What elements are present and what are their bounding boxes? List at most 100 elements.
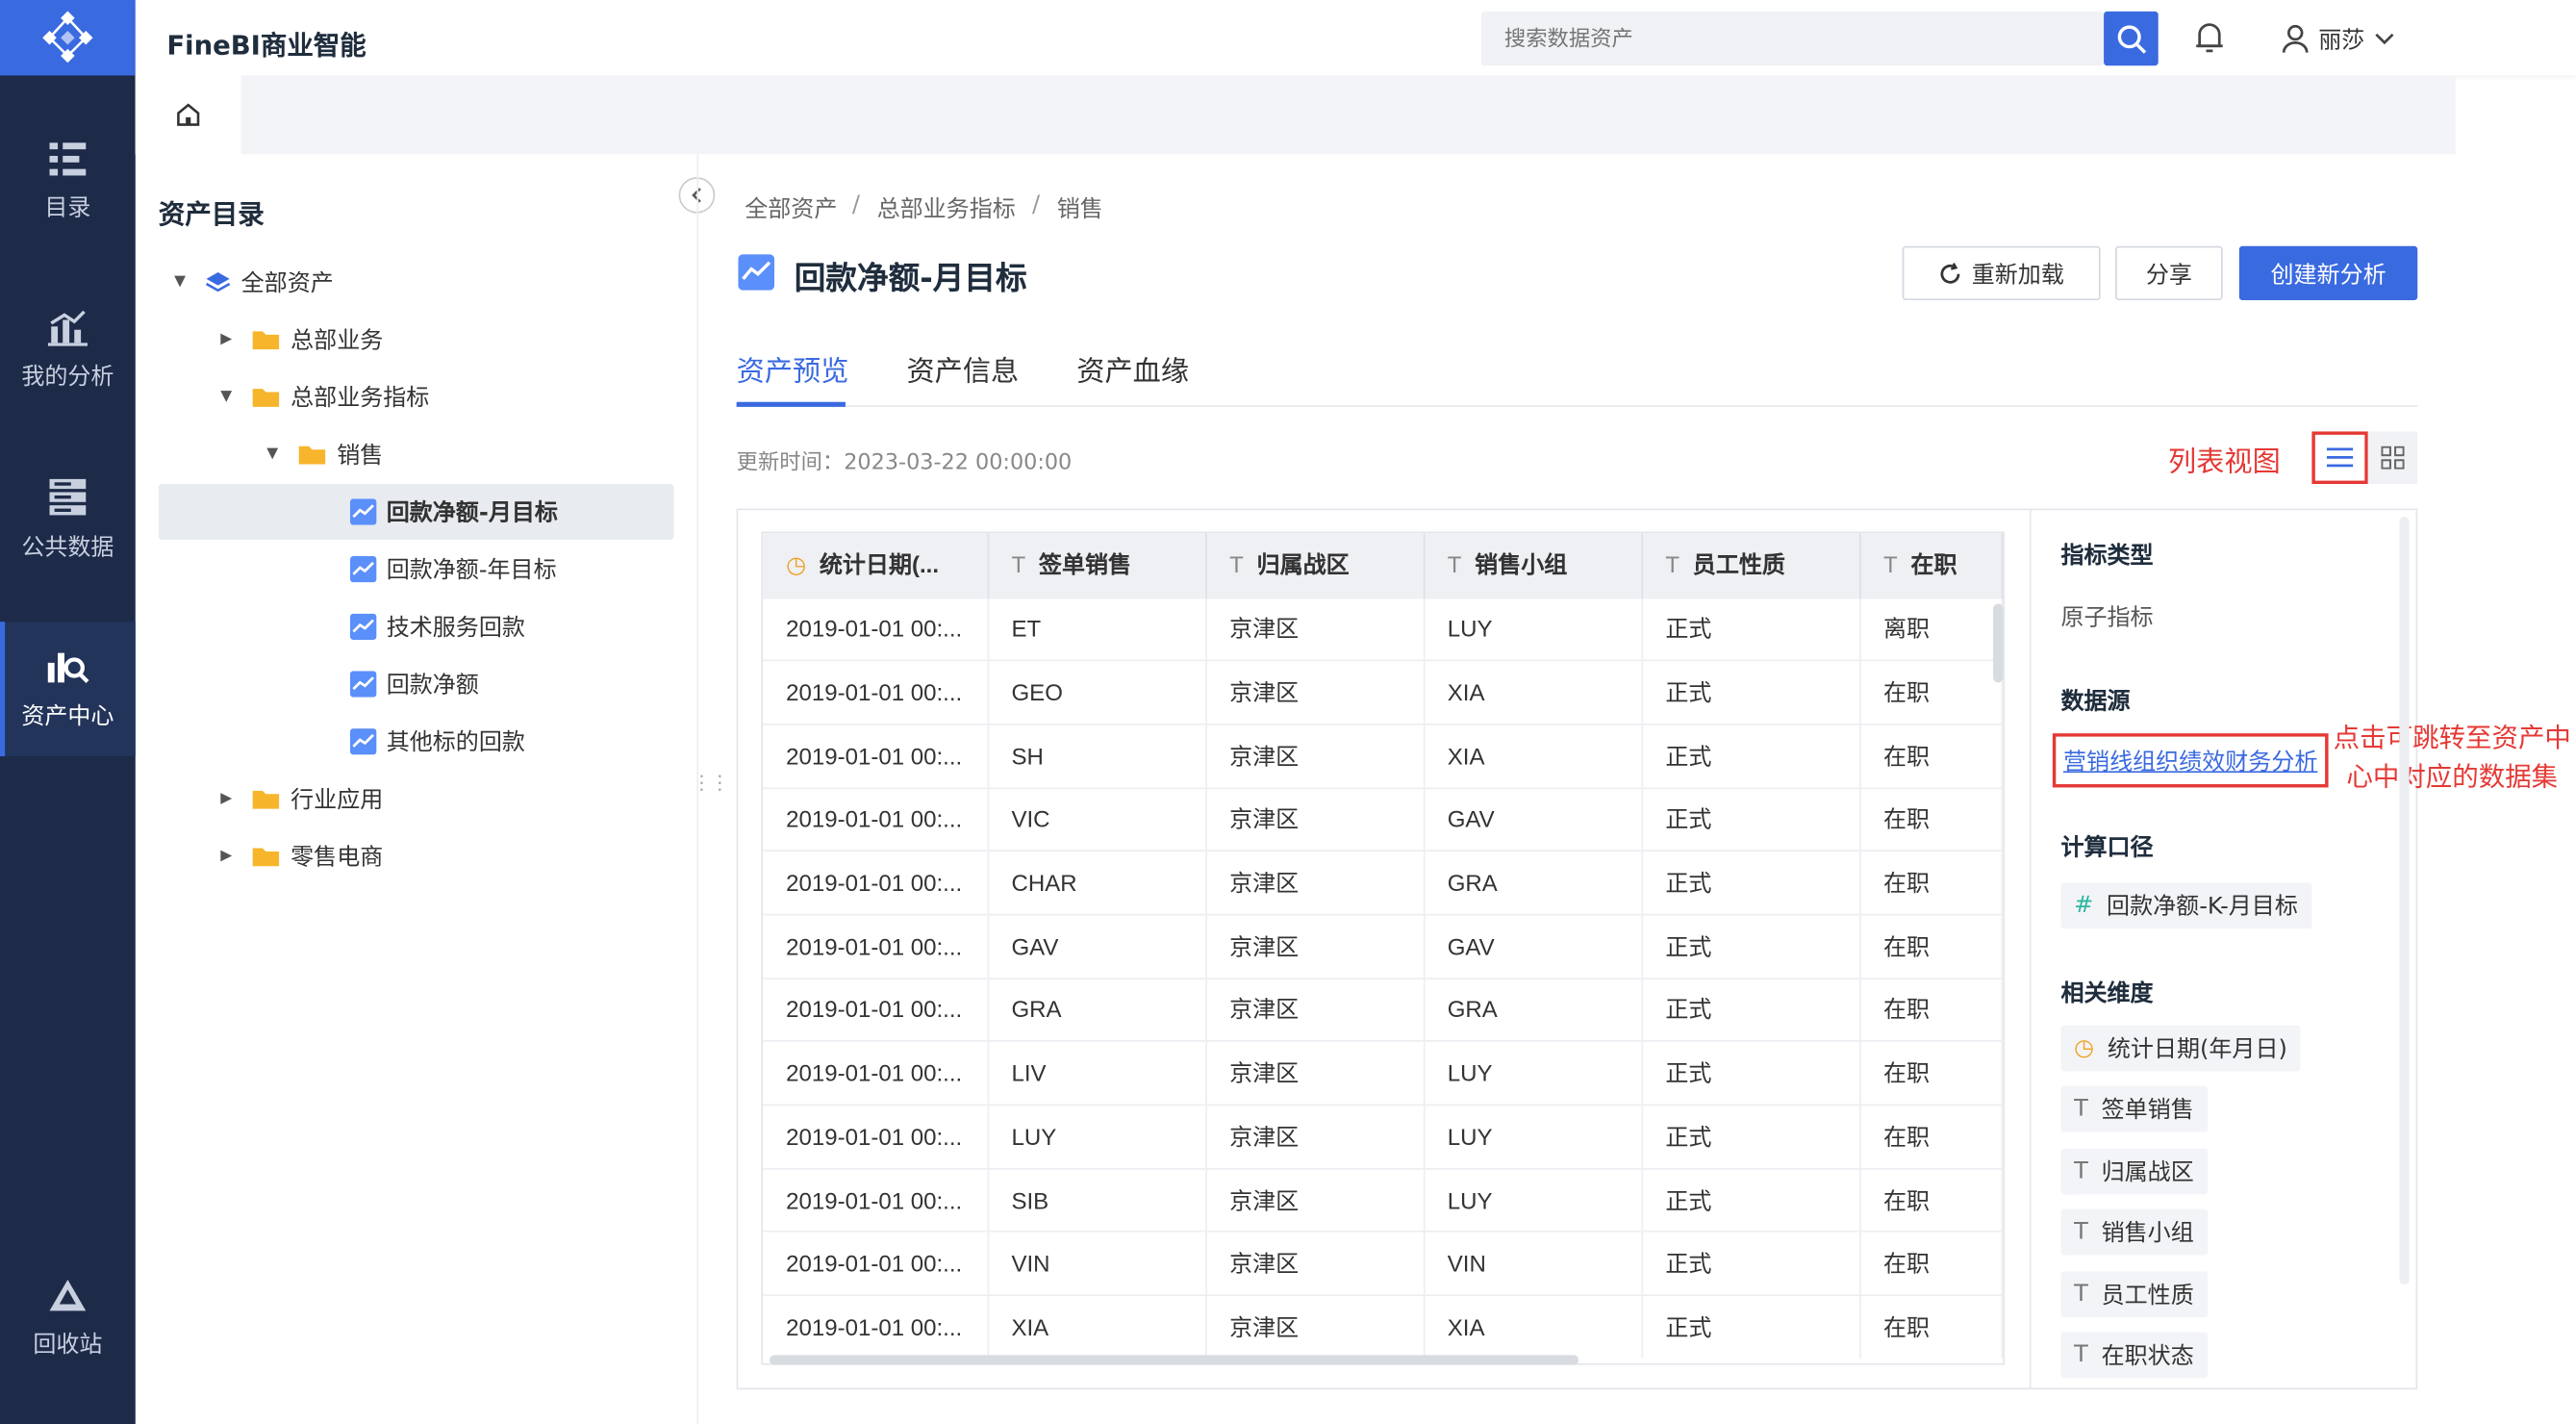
caret-right-icon[interactable]: ▶ [215,331,238,347]
home-tab[interactable] [135,75,241,155]
table-row[interactable]: 2019-01-01 00:... CHAR 京津区 GRA 正式 在职 [763,850,2004,915]
table-cell: 京津区 [1205,1040,1425,1106]
tree-item-hq-business[interactable]: ▶ 总部业务 [215,312,383,368]
caret-right-icon[interactable]: ▶ [215,791,238,807]
dimension-chip[interactable]: ◷ 统计日期(年月日) [2060,1025,2301,1072]
breadcrumb-item[interactable]: 销售 [1057,191,1103,224]
notification-button[interactable] [2194,21,2224,61]
info-scrollbar[interactable] [2399,517,2410,1285]
app-logo[interactable] [0,0,136,76]
nav-item-my-analysis[interactable]: 我的分析 [0,284,136,419]
dimension-chip[interactable]: T 员工性质 [2060,1271,2208,1318]
tree-item-industry[interactable]: ▶ 行业应用 [215,771,383,826]
table-cell: 2019-01-01 00:... [763,850,989,915]
table-row[interactable]: 2019-01-01 00:... LUY 京津区 LUY 正式 在职 [763,1104,2004,1169]
table-cell: 京津区 [1205,1167,1425,1233]
tabs-underline [736,405,2418,407]
top-header: FineBI商业智能 丽莎 [135,0,2576,76]
share-button[interactable]: 分享 [2115,245,2223,301]
search-button[interactable] [2104,11,2159,66]
tree-item-all-assets[interactable]: ▼ 全部资产 [168,254,334,310]
breadcrumb-item[interactable]: 全部资产 [745,191,837,224]
table-row[interactable]: 2019-01-01 00:... ET 京津区 LUY 正式 离职 [763,596,2004,661]
tab-asset-info[interactable]: 资产信息 [906,347,1019,389]
search-input[interactable] [1480,11,2105,66]
table-cell: 京津区 [1205,1231,1425,1296]
tab-asset-lineage[interactable]: 资产血缘 [1076,347,1189,389]
date-field-icon: ◷ [786,551,807,578]
table-row[interactable]: 2019-01-01 00:... GAV 京津区 GAV 正式 在职 [763,913,2004,979]
table-cell: 2019-01-01 00:... [763,913,989,979]
tab-asset-preview[interactable]: 资产预览 [737,347,849,389]
column-header[interactable]: T 归属战区 [1205,533,1425,598]
column-header[interactable]: T 签单销售 [987,533,1207,598]
resize-handle-icon[interactable]: ⋮⋮ [692,773,729,792]
table-vertical-scrollbar[interactable] [1993,603,2004,683]
create-analysis-button[interactable]: 创建新分析 [2238,245,2418,301]
datasource-link[interactable]: 营销线组织绩效财务分析 [2052,733,2329,788]
tree-item-sales[interactable]: ▼ 销售 [261,426,383,482]
table-cell: 在职 [1859,723,2004,788]
calc-value: 回款净额-K-月目标 [2107,894,2298,921]
nav-item-asset-center[interactable]: 资产中心 [0,622,136,757]
dimension-chip[interactable]: T 销售小组 [2060,1208,2208,1256]
nav-label: 公共数据 [21,534,114,562]
calc-chip[interactable]: # 回款净额-K-月目标 [2060,882,2311,929]
dimension-label: 统计日期(年月日) [2107,1036,2287,1063]
catalog-icon [49,142,87,176]
tree-item-hq-metrics[interactable]: ▼ 总部业务指标 [215,369,429,425]
table-horizontal-scrollbar[interactable] [769,1355,1579,1365]
table-row[interactable]: 2019-01-01 00:... XIA 京津区 XIA 正式 在职 [763,1294,2004,1360]
table-cell: 2019-01-01 00:... [763,1231,989,1296]
dimension-label: 签单销售 [2101,1097,2194,1124]
breadcrumb-item[interactable]: 总部业务指标 [877,191,1016,224]
tree-item-monthly-target[interactable]: 回款净额-月目标 [349,484,558,540]
text-field-icon: T [1229,551,1244,578]
caret-down-icon[interactable]: ▼ [168,274,191,291]
table-cell: 正式 [1641,1231,1860,1296]
table-cell: 2019-01-01 00:... [763,659,989,725]
list-view-button[interactable] [2311,431,2368,485]
user-menu[interactable]: 丽莎 [2282,23,2394,56]
column-header[interactable]: T 销售小组 [1423,533,1643,598]
column-header-label: 在职 [1910,551,1957,578]
table-row[interactable]: 2019-01-01 00:... GEO 京津区 XIA 正式 在职 [763,659,2004,725]
table-row[interactable]: 2019-01-01 00:... VIC 京津区 GAV 正式 在职 [763,786,2004,852]
column-header[interactable]: T 在职 [1859,533,2004,598]
reload-button[interactable]: 重新加载 [1902,245,2101,301]
column-header[interactable]: T 员工性质 [1641,533,1860,598]
tree-item-tech-service[interactable]: 技术服务回款 [349,598,525,654]
nav-item-catalog[interactable]: 目录 [0,114,136,249]
nav-label: 我的分析 [21,364,114,391]
table-row[interactable]: 2019-01-01 00:... SIB 京津区 LUY 正式 在职 [763,1167,2004,1233]
table-cell: SH [987,723,1207,788]
metric-type-value: 原子指标 [2060,605,2154,632]
caret-down-icon[interactable]: ▼ [261,446,284,463]
search-box[interactable] [1480,11,2105,66]
tree-item-retail[interactable]: ▶ 零售电商 [215,828,383,884]
dimension-chip[interactable]: T 在职状态 [2060,1332,2208,1379]
dimension-chip[interactable]: T 签单销售 [2060,1085,2208,1132]
nav-item-recycle[interactable]: 回收站 [0,1252,136,1386]
table-row[interactable]: 2019-01-01 00:... GRA 京津区 GRA 正式 在职 [763,977,2004,1042]
caret-right-icon[interactable]: ▶ [215,849,238,865]
tree-item-other-collection[interactable]: 其他标的回款 [349,714,525,770]
table-row[interactable]: 2019-01-01 00:... SH 京津区 XIA 正式 在职 [763,723,2004,788]
dimension-chip[interactable]: T 归属战区 [2060,1148,2208,1195]
column-header-label: 员工性质 [1692,551,1785,578]
text-field-icon: T [2074,1341,2088,1369]
table-cell: 正式 [1641,786,1860,852]
tree-item-yearly-target[interactable]: 回款净额-年目标 [349,542,557,598]
caret-down-icon[interactable]: ▼ [215,389,238,405]
table-row[interactable]: 2019-01-01 00:... VIN 京津区 VIN 正式 在职 [763,1231,2004,1296]
table-cell: 正式 [1641,977,1860,1042]
folder-icon [251,845,281,868]
table-cell: 京津区 [1205,850,1425,915]
table-cell: 正式 [1641,1104,1860,1169]
column-header-label: 归属战区 [1256,551,1350,578]
grid-view-button[interactable] [2367,431,2418,485]
column-header[interactable]: ◷ 统计日期(... [763,533,989,598]
nav-item-public-data[interactable]: 公共数据 [0,453,136,588]
tree-item-net-collection[interactable]: 回款净额 [349,656,479,712]
table-row[interactable]: 2019-01-01 00:... LIV 京津区 LUY 正式 在职 [763,1040,2004,1106]
